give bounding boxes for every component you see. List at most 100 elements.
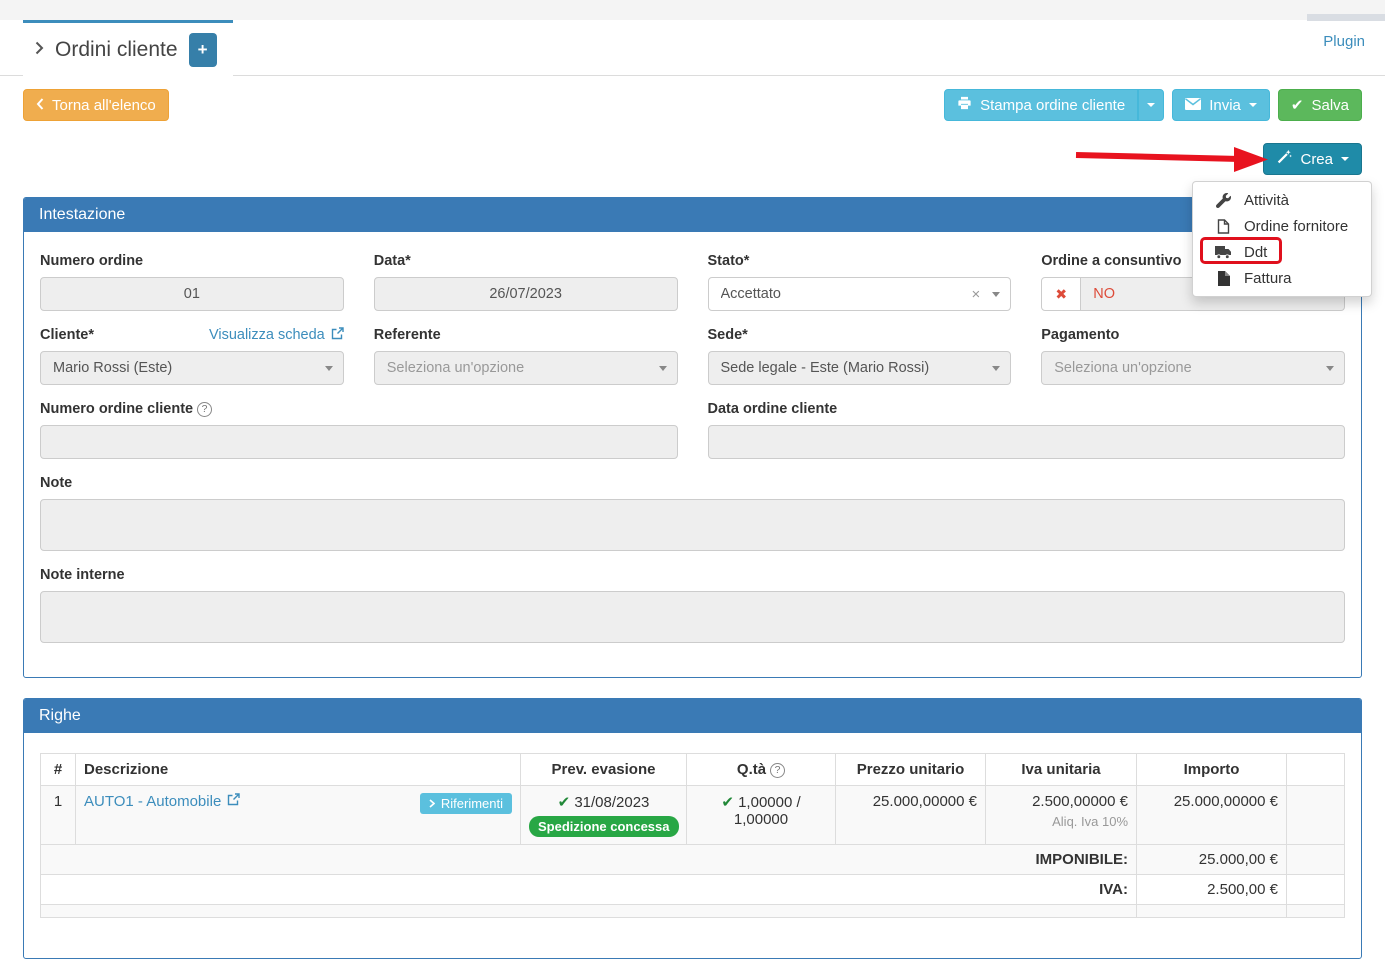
table-header-row: # Descrizione Prev. evasione Q.tà? Prezz… — [41, 754, 1345, 786]
field-cliente: Cliente* Visualizza scheda Mario Rossi (… — [40, 326, 344, 385]
select-caret-icon — [992, 292, 1000, 297]
help-icon[interactable]: ? — [197, 402, 212, 417]
print-dropdown-button[interactable] — [1138, 89, 1164, 121]
qta-cell: ✔ 1,00000 / 1,00000 — [687, 786, 836, 845]
caret-down-icon — [1341, 157, 1349, 161]
check-icon: ✔ — [558, 794, 571, 811]
article-link[interactable]: AUTO1 - Automobile — [84, 793, 240, 810]
panel-righe-header: Righe — [24, 699, 1361, 733]
menu-item-ordine-fornitore[interactable]: Ordine fornitore — [1193, 213, 1371, 239]
iva-label: IVA: — [41, 875, 1137, 905]
check-icon: ✔ — [721, 794, 734, 811]
numero-ordine-cliente-input[interactable] — [40, 425, 678, 459]
iva-value: 2.500,00 € — [1137, 875, 1287, 905]
chevron-left-icon — [36, 97, 44, 114]
file-outline-icon — [1215, 219, 1232, 234]
print-split-button: Stampa ordine cliente — [944, 89, 1164, 121]
stato-select[interactable]: Accettato × — [708, 277, 1012, 311]
col-prezzo-unitario: Prezzo unitario — [836, 754, 986, 786]
select-caret-icon — [1326, 366, 1334, 371]
send-button[interactable]: Invia — [1172, 89, 1270, 121]
select-caret-icon — [992, 366, 1000, 371]
menu-item-ddt[interactable]: Ddt — [1193, 239, 1371, 265]
iva-unitaria-cell: 2.500,00000 € Aliq. Iva 10% — [986, 786, 1137, 845]
save-button[interactable]: ✔ Salva — [1278, 89, 1362, 121]
panel-intestazione-header: Intestazione — [24, 198, 1361, 232]
col-importo: Importo — [1137, 754, 1287, 786]
spedizione-badge: Spedizione concessa — [529, 816, 679, 837]
importo-cell: 25.000,00000 € — [1137, 786, 1287, 845]
file-solid-icon — [1215, 271, 1232, 286]
chevron-right-icon — [35, 41, 44, 59]
back-to-list-button[interactable]: Torna all'elenco — [23, 89, 169, 121]
select-caret-icon — [659, 366, 667, 371]
envelope-icon — [1185, 97, 1201, 114]
col-descrizione: Descrizione — [76, 754, 521, 786]
plugin-link[interactable]: Plugin — [1323, 33, 1365, 50]
help-icon[interactable]: ? — [770, 763, 785, 778]
create-button[interactable]: Crea — [1263, 143, 1362, 175]
red-arrow-annotation — [1072, 144, 1272, 174]
table-row: 1 AUTO1 - Automobile — [41, 786, 1345, 845]
print-button[interactable]: Stampa ordine cliente — [944, 89, 1138, 121]
field-referente: Referente Seleziona un'opzione — [374, 326, 678, 385]
menu-item-fattura[interactable]: Fattura — [1193, 265, 1371, 291]
create-row: Crea — [23, 143, 1362, 175]
righe-table: # Descrizione Prev. evasione Q.tà? Prezz… — [40, 753, 1345, 918]
visualizza-scheda-link[interactable]: Visualizza scheda — [209, 327, 344, 344]
col-num: # — [41, 754, 76, 786]
col-prev-evasione: Prev. evasione — [521, 754, 687, 786]
total-row-next — [41, 905, 1345, 918]
sede-select[interactable]: Sede legale - Este (Mario Rossi) — [708, 351, 1012, 385]
referente-select[interactable]: Seleziona un'opzione — [374, 351, 678, 385]
toolbar: Torna all'elenco Stampa ordine cliente — [23, 89, 1362, 121]
x-remove-icon: ✖ — [1055, 286, 1067, 303]
field-numero-ordine-cliente: Numero ordine cliente? — [40, 400, 678, 459]
panel-righe: Righe # Descrizione Prev. evasione Q.tà?… — [23, 698, 1362, 959]
external-link-icon — [227, 793, 240, 810]
caret-down-icon — [1147, 103, 1155, 107]
truck-icon — [1215, 246, 1232, 259]
caret-down-icon — [1249, 103, 1257, 107]
col-qta: Q.tà? — [687, 754, 836, 786]
imponibile-label: IMPONIBILE: — [41, 845, 1137, 875]
chevron-right-icon — [429, 799, 435, 808]
riferimenti-badge[interactable]: Riferimenti — [420, 793, 512, 814]
data-input[interactable] — [374, 277, 678, 311]
menu-item-attivita[interactable]: Attività — [1193, 187, 1371, 213]
row-number: 1 — [41, 786, 76, 845]
corner-tab-fragment — [1307, 14, 1385, 21]
cliente-select[interactable]: Mario Rossi (Este) — [40, 351, 344, 385]
note-textarea[interactable] — [40, 499, 1345, 551]
imponibile-value: 25.000,00 € — [1137, 845, 1287, 875]
wrench-icon — [1215, 193, 1232, 208]
total-row-iva: IVA: 2.500,00 € — [41, 875, 1345, 905]
field-pagamento: Pagamento Seleziona un'opzione — [1041, 326, 1345, 385]
prev-evasione-cell: ✔ 31/08/2023 Spedizione concessa — [521, 786, 687, 845]
pagamento-select[interactable]: Seleziona un'opzione — [1041, 351, 1345, 385]
field-data-ordine-cliente: Data ordine cliente — [708, 400, 1346, 459]
add-tab-button[interactable]: + — [189, 33, 217, 67]
panel-intestazione: Intestazione Numero ordine Data* Stato* … — [23, 197, 1362, 678]
tab-ordini-cliente[interactable]: Ordini cliente + — [23, 20, 233, 76]
field-sede: Sede* Sede legale - Este (Mario Rossi) — [708, 326, 1012, 385]
select-caret-icon — [325, 366, 333, 371]
col-actions — [1287, 754, 1345, 786]
numero-ordine-input[interactable] — [40, 277, 344, 311]
printer-icon — [957, 96, 972, 114]
total-row-imponibile: IMPONIBILE: 25.000,00 € — [41, 845, 1345, 875]
page-title: Ordini cliente — [55, 38, 178, 62]
field-numero-ordine: Numero ordine — [40, 252, 344, 311]
tab-bar: Ordini cliente + Plugin — [0, 20, 1385, 76]
prezzo-unitario-cell: 25.000,00000 € — [836, 786, 986, 845]
main-content: Torna all'elenco Stampa ordine cliente — [0, 89, 1385, 959]
field-stato: Stato* Accettato × — [708, 252, 1012, 311]
create-dropdown-menu: Attività Ordine fornitore Ddt Fattura — [1192, 181, 1372, 297]
data-ordine-cliente-input[interactable] — [708, 425, 1346, 459]
external-link-icon — [331, 327, 344, 344]
row-actions-cell — [1287, 786, 1345, 845]
field-note: Note — [40, 474, 1345, 551]
clear-selection-icon[interactable]: × — [971, 286, 980, 303]
consuntivo-remove-button[interactable]: ✖ — [1041, 277, 1081, 311]
note-interne-textarea[interactable] — [40, 591, 1345, 643]
